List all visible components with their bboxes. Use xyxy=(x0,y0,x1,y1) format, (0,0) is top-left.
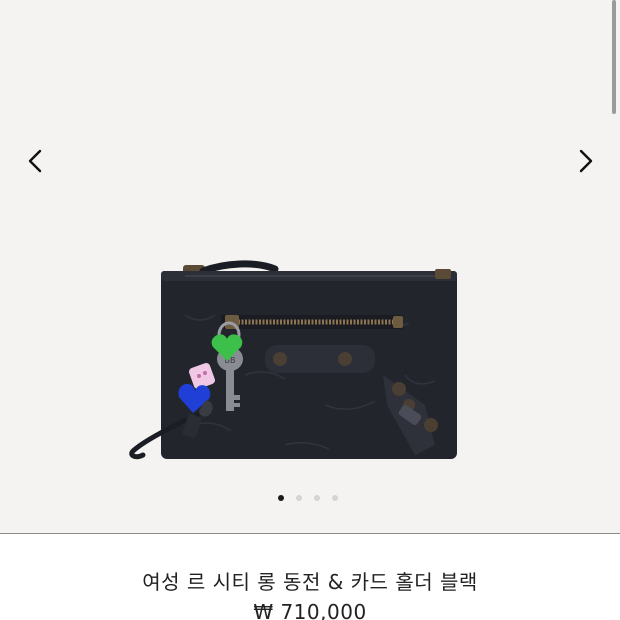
gallery-next-button[interactable] xyxy=(571,146,601,176)
gallery-dot-4[interactable] xyxy=(332,495,338,501)
scrollbar[interactable] xyxy=(612,0,616,114)
gallery-dot-1[interactable] xyxy=(278,495,284,501)
product-image-gallery[interactable]: BB xyxy=(0,0,620,533)
chevron-right-icon xyxy=(579,149,593,173)
product-price: ₩ 710,000 xyxy=(253,600,367,620)
product-image: BB xyxy=(129,260,457,460)
gallery-pagination xyxy=(278,495,338,501)
chevron-left-icon xyxy=(28,149,42,173)
gallery-prev-button[interactable] xyxy=(20,146,50,176)
product-title: 여성 르 시티 롱 동전 & 카드 홀더 블랙 xyxy=(142,570,478,594)
gallery-dot-3[interactable] xyxy=(314,495,320,501)
product-page: BB 여성 르 시티 롱 동전 & 카드 홀더 블랙 ₩ 710,000 xyxy=(0,0,620,620)
gallery-dot-2[interactable] xyxy=(296,495,302,501)
section-divider xyxy=(0,533,620,534)
